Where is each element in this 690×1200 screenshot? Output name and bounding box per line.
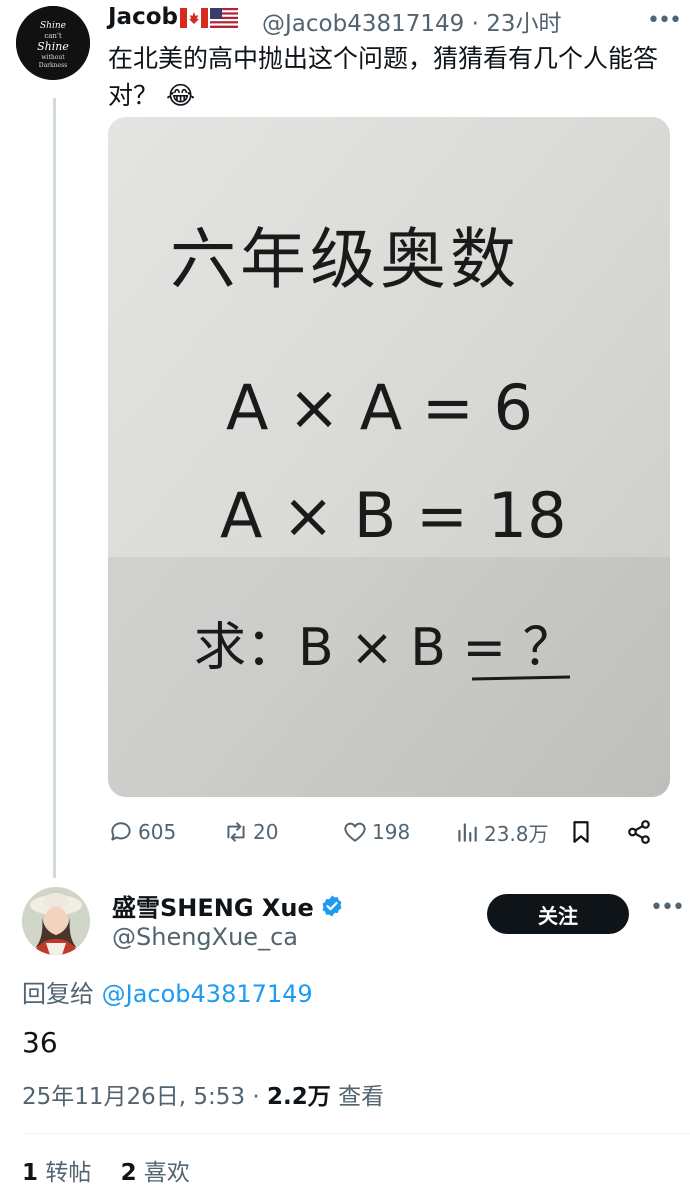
analytics-icon <box>458 823 477 842</box>
svg-text:Shine: Shine <box>40 21 66 31</box>
share-icon <box>628 820 650 844</box>
share-button[interactable] <box>626 815 652 849</box>
heart-icon <box>344 822 366 842</box>
author-name[interactable]: Jacob <box>108 4 238 30</box>
engagement-stats: 1 转帖 2 喜欢 <box>22 1153 190 1187</box>
laughing-emoji: 😂 <box>165 81 196 110</box>
follow-button[interactable]: 关注 <box>487 894 629 934</box>
tweet-media-image[interactable]: 六年级奥数 A × A = 6 A × B = 18 求：B × B = ？ <box>108 117 670 797</box>
tweet-actions: 605 20 198 23.8万 <box>108 815 668 849</box>
views-count: 2.2万 <box>267 1084 331 1110</box>
svg-text:can't: can't <box>44 32 62 40</box>
reply-author-handle[interactable]: @ShengXue_ca <box>112 923 298 951</box>
like-button[interactable]: 198 <box>342 815 410 849</box>
author-handle-time[interactable]: @Jacob43817149 · 23小时 <box>262 4 561 38</box>
replying-to: 回复给 @Jacob43817149 <box>22 980 313 1008</box>
reply-author-name[interactable]: 盛雪SHENG Xue <box>112 888 344 923</box>
svg-text:without: without <box>41 54 65 61</box>
more-options-icon[interactable]: ••• <box>650 895 685 920</box>
usa-flag-icon <box>209 7 238 28</box>
reply-icon <box>111 822 131 841</box>
post-date[interactable]: 25年11月26日, 5:53 <box>22 1084 245 1110</box>
svg-text:Darkness: Darkness <box>39 62 67 69</box>
media-question: 求：B × B = ？ <box>194 618 575 678</box>
bookmark-icon <box>573 821 589 843</box>
canada-flag-icon <box>179 7 208 28</box>
likes-stat[interactable]: 2 喜欢 <box>121 1160 190 1186</box>
views-button[interactable]: 23.8万 <box>454 815 549 849</box>
divider <box>22 1133 690 1134</box>
retweets-stat[interactable]: 1 转帖 <box>22 1160 91 1186</box>
reply-button[interactable]: 605 <box>108 815 176 849</box>
retweet-button[interactable]: 20 <box>223 815 278 849</box>
avatar[interactable] <box>22 887 90 955</box>
replying-to-handle-link[interactable]: @Jacob43817149 <box>102 980 313 1008</box>
bookmark-button[interactable] <box>568 815 594 849</box>
media-title: 六年级奥数 <box>170 221 520 298</box>
thread-connector-line <box>53 98 56 878</box>
retweet-icon <box>227 822 245 842</box>
reply-text: 36 <box>22 1026 58 1059</box>
media-eq1: A × A = 6 <box>226 371 533 444</box>
svg-text:Shine: Shine <box>37 40 69 53</box>
verified-badge-icon <box>322 895 342 916</box>
media-eq2: A × B = 18 <box>220 479 567 552</box>
more-options-icon[interactable]: ••• <box>647 8 682 33</box>
avatar[interactable]: Shine can't Shine without Darkness <box>16 6 90 80</box>
tweet-text: 在北美的高中抛出这个问题，猜猜看有几个人能答对？ 😂 <box>108 44 659 110</box>
reply-metadata: 25年11月26日, 5:53 · 2.2万 查看 <box>22 1084 385 1110</box>
